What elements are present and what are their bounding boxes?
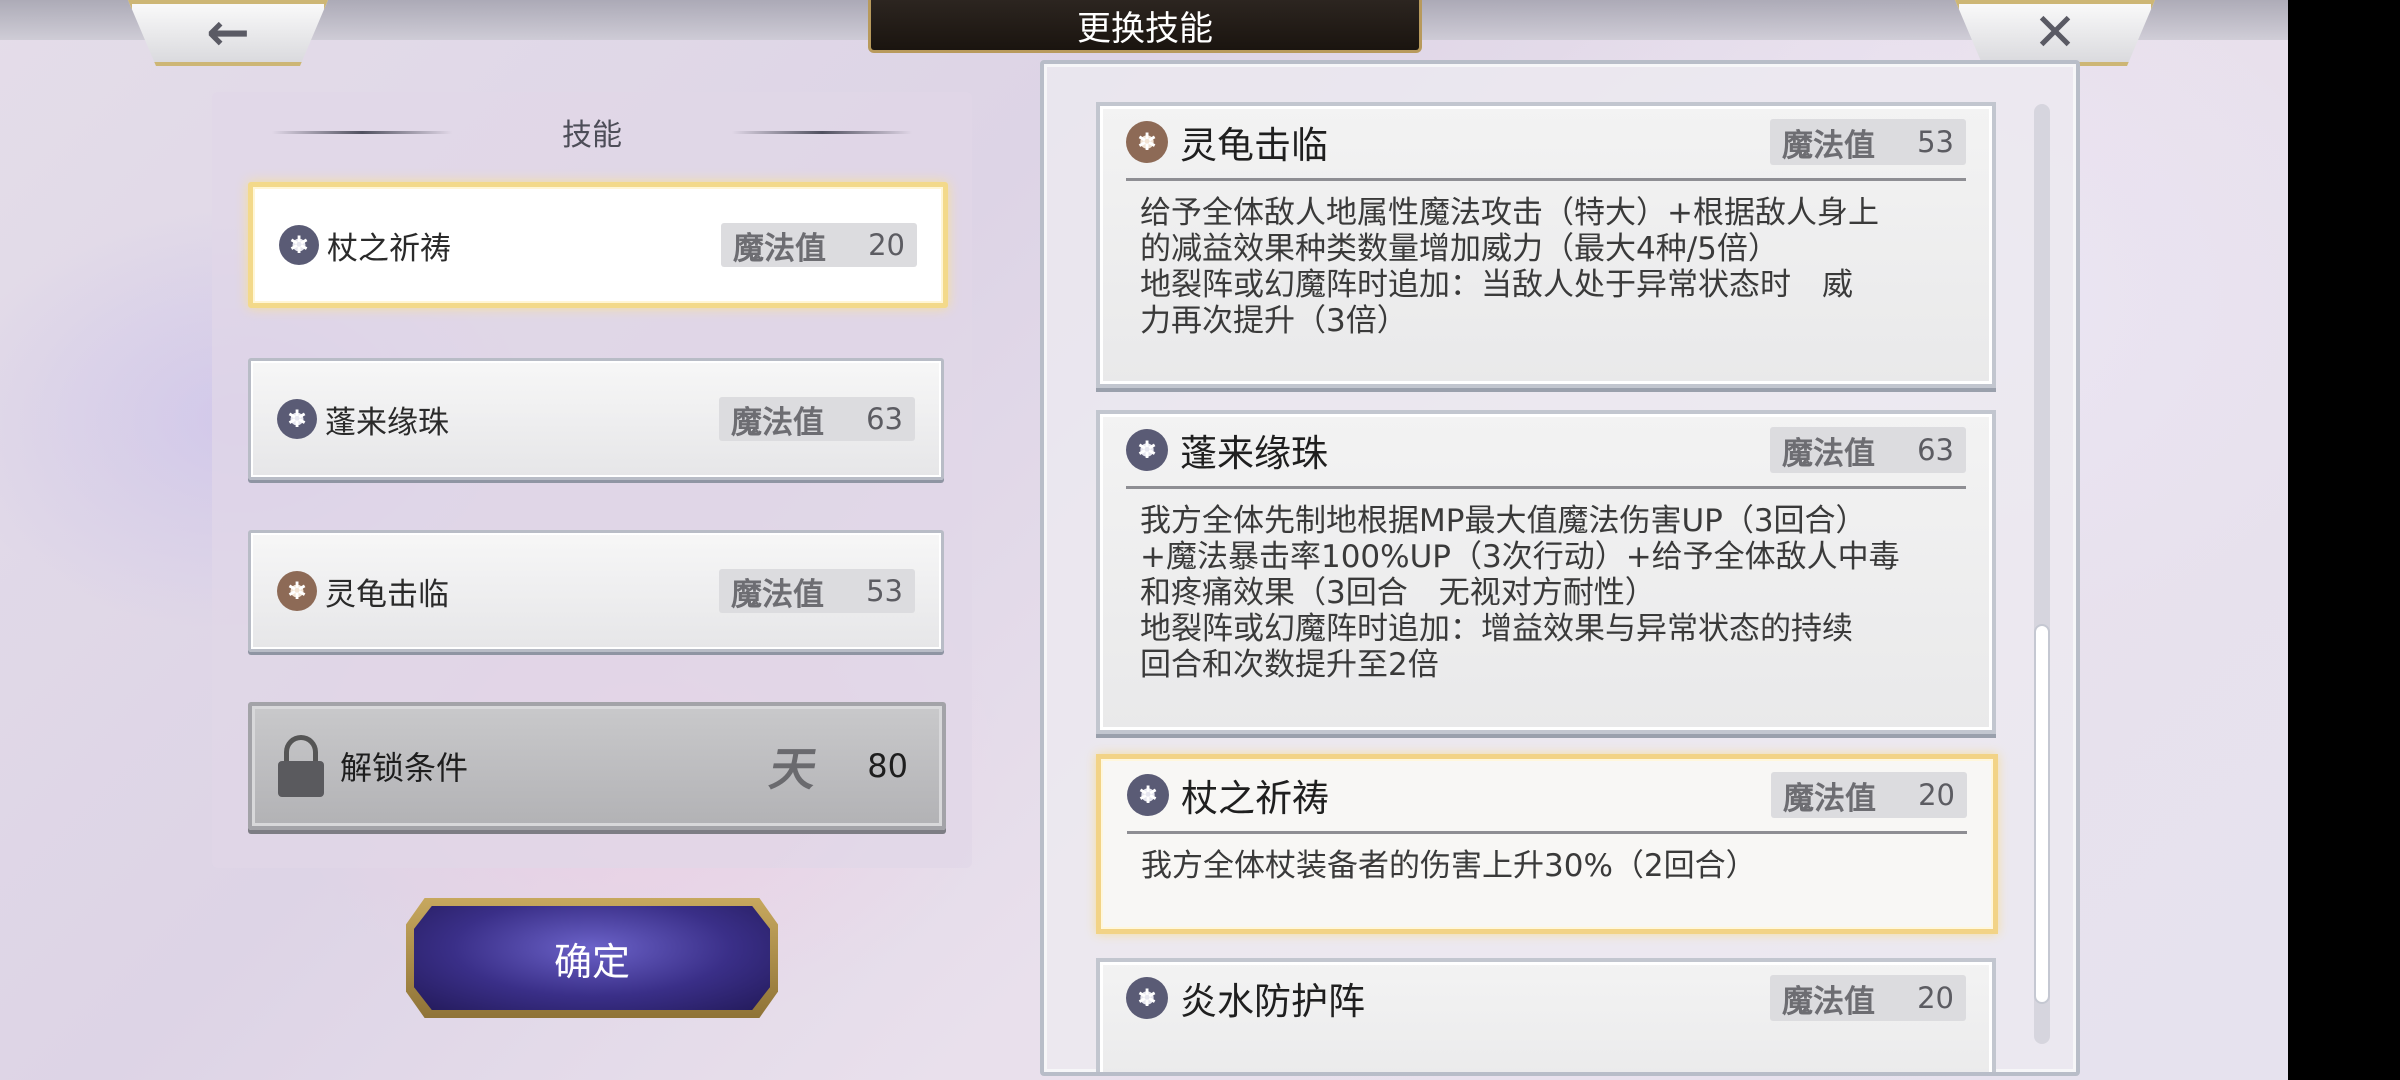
skill-card-1[interactable]: ✲ 灵龟击临 魔法值 53 给予全体敌人地属性魔法攻击（特大）+根据敌人身上 的…: [1096, 102, 1996, 388]
mp-cost: 魔法值 20: [1770, 975, 1966, 1021]
unlock-level: 80: [867, 747, 908, 785]
mp-value: 63: [866, 402, 903, 436]
locked-skill-slot[interactable]: 解锁条件 天 80: [248, 702, 946, 830]
lock-icon: [278, 735, 324, 797]
mp-label: 魔法值: [733, 230, 826, 267]
unlock-condition-label: 解锁条件: [340, 749, 469, 787]
panel-header: 技能: [272, 112, 912, 153]
mp-label: 魔法值: [731, 404, 824, 441]
panel-header-label: 技能: [562, 118, 622, 153]
skill-slot-name: 蓬来缘珠: [325, 404, 449, 441]
skill-list-panel[interactable]: ✲ 灵龟击临 魔法值 53 给予全体敌人地属性魔法攻击（特大）+根据敌人身上 的…: [1040, 60, 2080, 1076]
mp-value: 20: [868, 228, 905, 262]
wind-icon: ✲: [277, 399, 317, 439]
mp-value: 53: [1917, 125, 1954, 159]
skill-card-description: 我方全体杖装备者的伤害上升30%（2回合）: [1141, 848, 1757, 884]
scrollbar-track[interactable]: [2034, 104, 2050, 1044]
earth-icon: ✲: [1126, 121, 1168, 163]
skill-slot-2[interactable]: ✲ 蓬来缘珠 魔法值 63: [248, 358, 944, 480]
mp-label: 魔法值: [1783, 780, 1876, 817]
rank-glyph: 天: [765, 742, 822, 796]
wind-icon: ✲: [1127, 774, 1169, 816]
skill-card-name: 杖之祈祷: [1181, 777, 1329, 820]
back-button[interactable]: ←: [128, 0, 328, 66]
card-header: ✲ 杖之祈祷 魔法值 20: [1127, 759, 1967, 834]
mp-value: 63: [1917, 433, 1954, 467]
game-scene: ← 更换技能 ✕ 技能 ✲ 杖之祈祷 魔法值 20 ✲ 蓬来缘珠 魔法值 63: [0, 0, 2288, 1080]
earth-icon: ✲: [277, 571, 317, 611]
scrollbar-thumb[interactable]: [2034, 624, 2050, 1004]
confirm-button-label: 确定: [414, 906, 770, 1010]
skill-card-4[interactable]: ✲ 炎水防护阵 魔法值 20: [1096, 958, 1996, 1072]
mp-cost: 魔法值 53: [1770, 119, 1966, 165]
skill-card-2[interactable]: ✲ 蓬来缘珠 魔法值 63 我方全体先制地根据MP最大值魔法伤害UP（3回合） …: [1096, 410, 1996, 734]
mp-label: 魔法值: [1782, 127, 1875, 164]
card-header: ✲ 炎水防护阵 魔法值 20: [1126, 962, 1966, 1034]
header-ornament-left: [272, 131, 452, 134]
wind-icon: ✲: [1126, 977, 1168, 1019]
mp-value: 20: [1917, 981, 1954, 1015]
skill-slot-name: 杖之祈祷: [327, 230, 451, 267]
mp-label: 魔法值: [731, 576, 824, 613]
mp-cost: 魔法值 63: [1770, 427, 1966, 473]
mp-label: 魔法值: [1782, 983, 1875, 1020]
skill-card-3[interactable]: ✲ 杖之祈祷 魔法值 20 我方全体杖装备者的伤害上升30%（2回合）: [1096, 754, 1998, 934]
back-arrow-icon: ←: [206, 3, 250, 63]
mp-value: 20: [1918, 778, 1955, 812]
wind-icon: ✲: [1126, 429, 1168, 471]
skill-slot-3[interactable]: ✲ 灵龟击临 魔法值 53: [248, 530, 944, 652]
confirm-button[interactable]: 确定: [406, 898, 778, 1018]
skill-card-name: 蓬来缘珠: [1180, 432, 1328, 475]
skill-card-name: 炎水防护阵: [1180, 980, 1365, 1023]
mp-value: 53: [866, 574, 903, 608]
equipped-skills-panel: 技能 ✲ 杖之祈祷 魔法值 20 ✲ 蓬来缘珠 魔法值 63 ✲ 灵龟击临 魔法…: [212, 92, 972, 868]
card-header: ✲ 蓬来缘珠 魔法值 63: [1126, 414, 1966, 489]
close-button[interactable]: ✕: [1955, 0, 2155, 66]
skill-slot-name: 灵龟击临: [325, 576, 449, 613]
skill-card-description: 我方全体先制地根据MP最大值魔法伤害UP（3回合） +魔法暴击率100%UP（3…: [1140, 503, 1900, 683]
mp-cost: 魔法值 63: [719, 397, 915, 441]
skill-slot-1[interactable]: ✲ 杖之祈祷 魔法值 20: [248, 182, 948, 308]
mp-cost: 魔法值 53: [719, 569, 915, 613]
close-icon: ✕: [2033, 3, 2077, 63]
window-title: 更换技能: [868, 0, 1422, 53]
card-header: ✲ 灵龟击临 魔法值 53: [1126, 106, 1966, 181]
header-ornament-right: [732, 131, 912, 134]
skill-card-name: 灵龟击临: [1180, 124, 1328, 167]
mp-cost: 魔法值 20: [1771, 772, 1967, 818]
wind-icon: ✲: [279, 225, 319, 265]
skill-card-description: 给予全体敌人地属性魔法攻击（特大）+根据敌人身上 的减益效果种类数量增加威力（最…: [1140, 195, 1879, 339]
mp-label: 魔法值: [1782, 435, 1875, 472]
mp-cost: 魔法值 20: [721, 223, 917, 267]
